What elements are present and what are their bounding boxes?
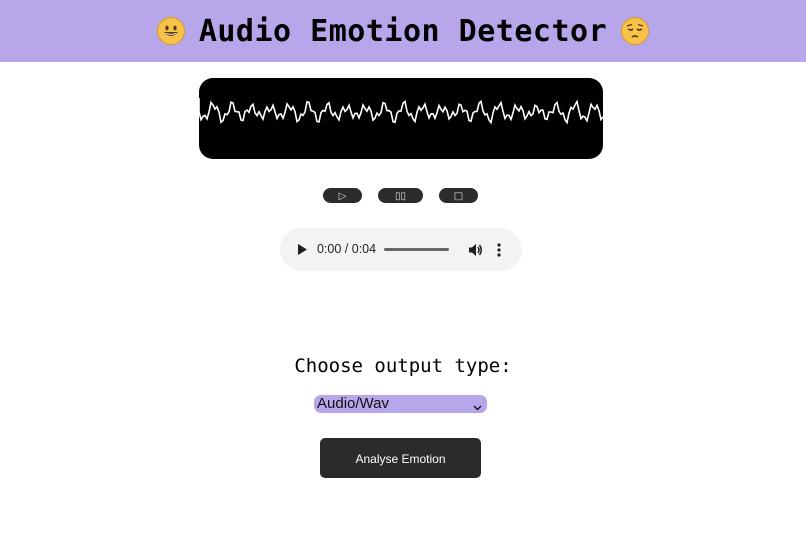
pensive-face-emoji-icon (621, 17, 650, 45)
grinning-face-emoji-icon (156, 17, 185, 45)
waveform-play-button[interactable]: ▷ (323, 188, 362, 203)
play-icon[interactable] (296, 243, 308, 261)
output-type-label: Choose output type: (294, 355, 512, 377)
audio-player: 0:00 / 0:04 (280, 228, 522, 271)
waveform-pause-button[interactable]: ▯▯ (378, 188, 423, 203)
app-header: Audio Emotion Detector (0, 0, 806, 62)
volume-icon[interactable] (468, 242, 484, 263)
audio-seek-bar[interactable] (384, 248, 449, 251)
page-title: Audio Emotion Detector (198, 13, 608, 49)
waveform-stop-button[interactable]: □ (439, 188, 478, 203)
output-type-selected-value: Audio/Wav (317, 395, 389, 412)
audio-time-display: 0:00 / 0:04 (317, 242, 377, 256)
more-options-icon[interactable] (496, 242, 502, 263)
analyse-emotion-button[interactable]: Analyse Emotion (320, 438, 481, 478)
waveform-display (199, 78, 603, 159)
waveform-graph (199, 98, 603, 125)
chevron-down-icon (473, 399, 482, 417)
output-type-select[interactable]: Audio/Wav (314, 395, 487, 413)
